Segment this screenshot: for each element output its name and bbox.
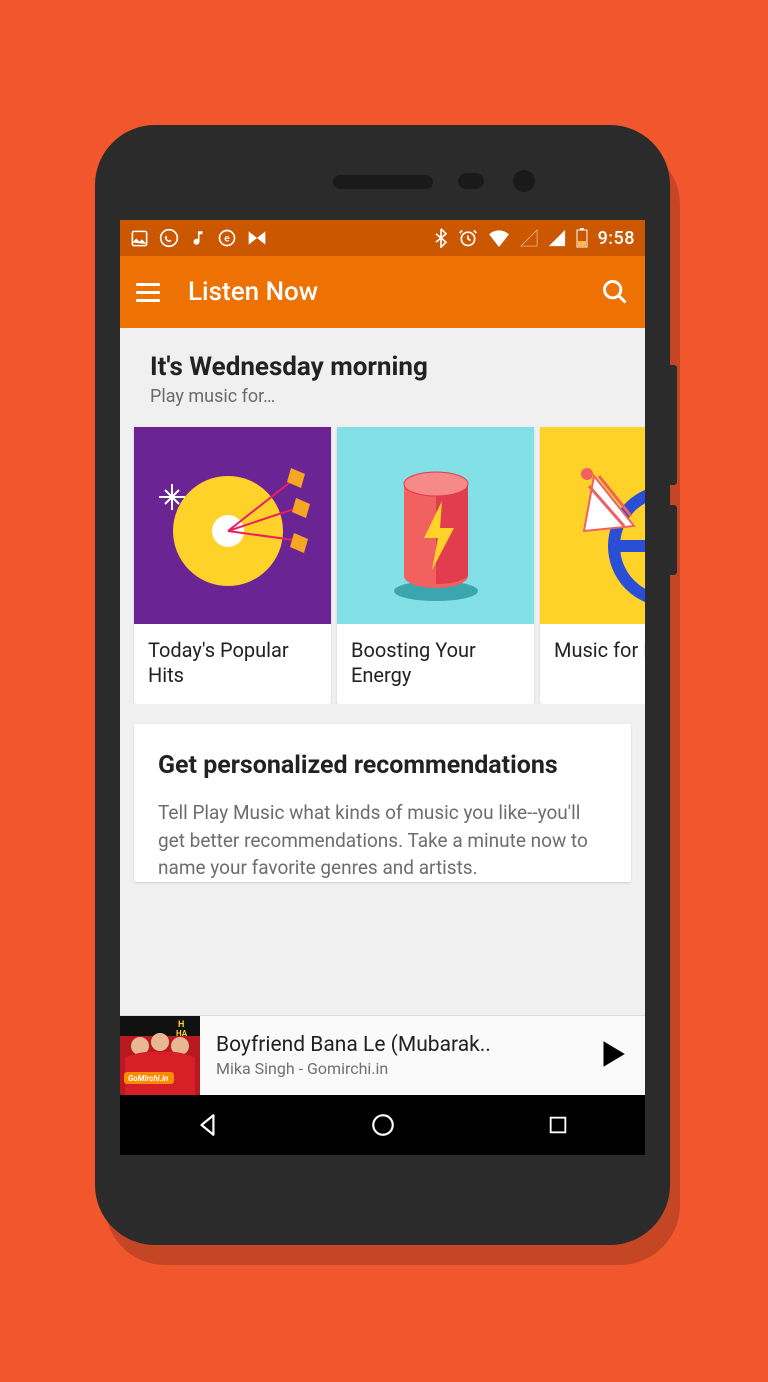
butterfly-icon xyxy=(247,229,267,247)
svg-text:e: e xyxy=(224,233,230,244)
now-playing-art: H HA GoMirchi.in xyxy=(120,1016,200,1096)
phone-speaker xyxy=(333,175,433,189)
play-button[interactable] xyxy=(595,1037,635,1075)
whatsapp-icon xyxy=(159,228,179,248)
reco-body: Tell Play Music what kinds of music you … xyxy=(158,799,607,882)
content: It's Wednesday morning Play music for… xyxy=(120,328,645,882)
battery-icon xyxy=(576,228,588,248)
signal-full-icon xyxy=(548,229,566,247)
svg-text:GoMirchi.in: GoMirchi.in xyxy=(128,1074,169,1083)
card-label: Boosting Your Energy xyxy=(337,624,534,704)
search-button[interactable] xyxy=(601,278,629,306)
phone-sensor xyxy=(458,173,484,189)
image-icon xyxy=(130,229,149,248)
music-note-icon xyxy=(189,229,207,247)
alarm-icon xyxy=(458,228,478,248)
section-subtitle: Play music for… xyxy=(150,386,615,407)
section-title: It's Wednesday morning xyxy=(150,352,615,382)
phone-frame: e xyxy=(95,125,670,1245)
svg-text:HA: HA xyxy=(176,1029,188,1038)
status-clock: 9:58 xyxy=(598,228,635,249)
card-art xyxy=(540,427,645,624)
card-label: Music for Driving xyxy=(540,624,645,679)
card-popular-hits[interactable]: Today's Popular Hits xyxy=(134,427,331,704)
card-art xyxy=(134,427,331,624)
reco-title: Get personalized recommendations xyxy=(158,750,607,781)
card-boost-energy[interactable]: Boosting Your Energy xyxy=(337,427,534,704)
phone-side-button-2 xyxy=(670,505,677,575)
menu-button[interactable] xyxy=(136,278,164,306)
recents-button[interactable] xyxy=(543,1110,573,1140)
card-label: Today's Popular Hits xyxy=(134,624,331,704)
phone-side-button xyxy=(670,365,677,485)
card-art xyxy=(337,427,534,624)
card-driving[interactable]: Music for Driving xyxy=(540,427,645,704)
bluetooth-icon xyxy=(434,228,448,248)
screen: e xyxy=(120,220,645,1155)
home-button[interactable] xyxy=(368,1110,398,1140)
wifi-icon xyxy=(488,229,510,247)
signal-empty-icon xyxy=(520,229,538,247)
status-bar: e xyxy=(120,220,645,256)
e-circle-icon: e xyxy=(217,228,237,248)
phone-camera xyxy=(513,170,535,192)
now-playing-bar[interactable]: H HA GoMirchi.in Boyfriend Bana Le (Muba… xyxy=(120,1015,645,1095)
cards-row[interactable]: Today's Popular Hits Boo xyxy=(120,407,645,704)
app-title: Listen Now xyxy=(188,277,601,307)
recommendations-card[interactable]: Get personalized recommendations Tell Pl… xyxy=(134,724,631,882)
now-playing-artist: Mika Singh - Gomirchi.in xyxy=(216,1059,579,1078)
now-playing-title: Boyfriend Bana Le (Mubarak.. xyxy=(216,1033,579,1057)
back-button[interactable] xyxy=(193,1110,223,1140)
android-nav-bar xyxy=(120,1095,645,1155)
app-bar: Listen Now xyxy=(120,256,645,328)
